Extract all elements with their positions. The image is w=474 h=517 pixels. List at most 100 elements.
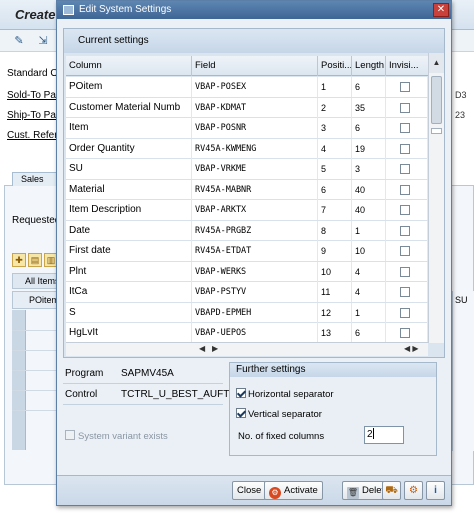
row-invisible-cell [386,77,428,97]
vertical-separator-label: Vertical separator [248,409,322,420]
scroll-right-icon[interactable]: ▶ [212,344,218,353]
info-divider [63,383,223,384]
invisible-checkbox[interactable] [400,307,410,318]
row-column-name: Customer Material Numb [66,97,192,118]
row-invisible-cell [386,118,428,138]
row-position: 11 [318,282,352,302]
grid-detail-icon[interactable]: ✚ [12,253,26,267]
invisible-checkbox[interactable] [400,246,410,256]
transport-icon[interactable]: ⛟ [382,481,401,500]
close-icon[interactable]: ✕ [433,3,449,17]
all-items-tab[interactable]: All Items [12,273,62,289]
table-row[interactable]: S VBAPD-EPMEH 12 1 [66,302,428,323]
row-position: 9 [318,241,352,261]
table-horizontal-scrollbar[interactable]: ◀ ▶ ◀ ▶ [66,342,428,356]
invisible-checkbox[interactable] [400,123,410,133]
invisible-checkbox[interactable] [400,205,410,215]
row-position: 3 [318,118,352,138]
table-row[interactable]: Plnt VBAP-WERKS 10 4 [66,261,428,282]
invisible-checkbox[interactable] [400,143,410,154]
table-row[interactable]: First date RV45A-ETDAT 9 10 [66,241,428,262]
activate-button[interactable]: ⚙ Activate [264,481,323,500]
row-field-name: VBAP-VRKME [192,159,318,179]
row-field-name: VBAP-PSTYV [192,282,318,302]
row-position: 7 [318,200,352,220]
current-settings-section: Current settings Column Field Positi... … [63,28,445,358]
edit-system-settings-dialog: Edit System Settings ✕ Current settings … [56,0,452,506]
row-length: 19 [352,138,386,159]
row-field-name: VBAPD-EPMEH [192,302,318,323]
column-header-column[interactable]: Column [66,56,192,76]
row-invisible-cell [386,241,428,261]
invisible-checkbox[interactable] [400,164,410,174]
row-length: 1 [352,220,386,241]
column-header-field[interactable]: Field [192,56,318,76]
right-grid-fragment: SU [452,291,474,451]
invisible-checkbox[interactable] [400,328,410,338]
row-position: 4 [318,138,352,159]
column-header-position[interactable]: Positi... [318,56,352,76]
checkmark-icon[interactable] [236,388,246,398]
row-invisible-cell [386,97,428,118]
invisible-checkbox[interactable] [400,102,410,113]
table-row[interactable]: Material RV45A-MABNR 6 40 [66,179,428,200]
control-label: Control [65,389,98,400]
background-field-label[interactable]: Cust. Referen [7,130,57,141]
display-change-icon[interactable]: ✎ [12,34,26,48]
row-column-name: S [66,302,192,323]
column-header-invisible[interactable]: Invisi... [386,56,428,76]
row-position: 6 [318,179,352,200]
row-column-name: Date [66,220,192,241]
scroll-far-right-icon[interactable]: ◀ ▶ [404,344,419,353]
row-field-name: VBAP-KDMAT [192,97,318,118]
document-flow-icon[interactable]: ⇲ [36,34,50,48]
grid-insert-icon[interactable]: ▤ [28,253,42,267]
dialog-footer: Close ⚙ Activate 🗑 Delete ⛟ ⚙ i [57,475,451,505]
scroll-up-icon[interactable]: ▲ [429,53,444,73]
row-invisible-cell [386,282,428,302]
background-field-label[interactable]: Sold-To Party [7,90,57,101]
row-field-name: VBAP-UEPOS [192,323,318,343]
table-row[interactable]: Order Quantity RV45A-KWMENG 4 19 [66,138,428,159]
table-vertical-scrollbar[interactable]: ▲ [428,53,444,343]
background-field-fragment: 23 [455,110,466,120]
invisible-checkbox[interactable] [400,266,410,277]
row-invisible-cell [386,261,428,282]
table-row[interactable]: Item Description VBAP-ARKTX 7 40 [66,200,428,221]
grid-row-selectors[interactable] [12,310,26,450]
scroll-left-icon[interactable]: ◀ [199,344,205,353]
invisible-checkbox[interactable] [400,82,410,92]
background-field-label[interactable]: Ship-To Party [7,110,57,121]
info-icon[interactable]: i [426,481,445,500]
row-length: 40 [352,179,386,200]
settings-icon[interactable]: ⚙ [404,481,423,500]
row-invisible-cell [386,200,428,220]
close-button[interactable]: Close [232,481,267,500]
settings-table-header: Column Field Positi... Length Invisi... [66,56,428,76]
invisible-checkbox[interactable] [400,184,410,195]
table-row[interactable]: Date RV45A-PRGBZ 8 1 [66,220,428,241]
vertical-separator-checkbox[interactable]: Vertical separator [236,408,322,420]
column-header-length[interactable]: Length [352,56,386,76]
text-caret [372,428,374,439]
table-row[interactable]: Customer Material Numb VBAP-KDMAT 2 35 [66,97,428,118]
table-row[interactable]: HgLvIt VBAP-UEPOS 13 6 [66,323,428,344]
fixed-columns-input[interactable]: 2 [364,426,404,444]
table-row[interactable]: SU VBAP-VRKME 5 3 [66,159,428,180]
horizontal-separator-checkbox[interactable]: Horizontal separator [236,388,334,400]
scroll-marker [431,128,442,134]
row-field-name: VBAP-POSEX [192,77,318,97]
tab-sales[interactable]: Sales [12,172,58,186]
scroll-thumb[interactable] [431,76,442,124]
table-row[interactable]: POitem VBAP-POSEX 1 6 [66,77,428,98]
table-row[interactable]: ItCa VBAP-PSTYV 11 4 [66,282,428,303]
checkmark-icon[interactable] [236,408,246,418]
table-row[interactable]: Item VBAP-POSNR 3 6 [66,118,428,139]
row-field-name: RV45A-MABNR [192,179,318,200]
invisible-checkbox[interactable] [400,287,410,297]
horizontal-separator-label: Horizontal separator [248,389,334,400]
row-column-name: HgLvIt [66,323,192,343]
dialog-title: Edit System Settings [79,4,172,15]
row-column-name: Plnt [66,261,192,282]
invisible-checkbox[interactable] [400,225,410,236]
